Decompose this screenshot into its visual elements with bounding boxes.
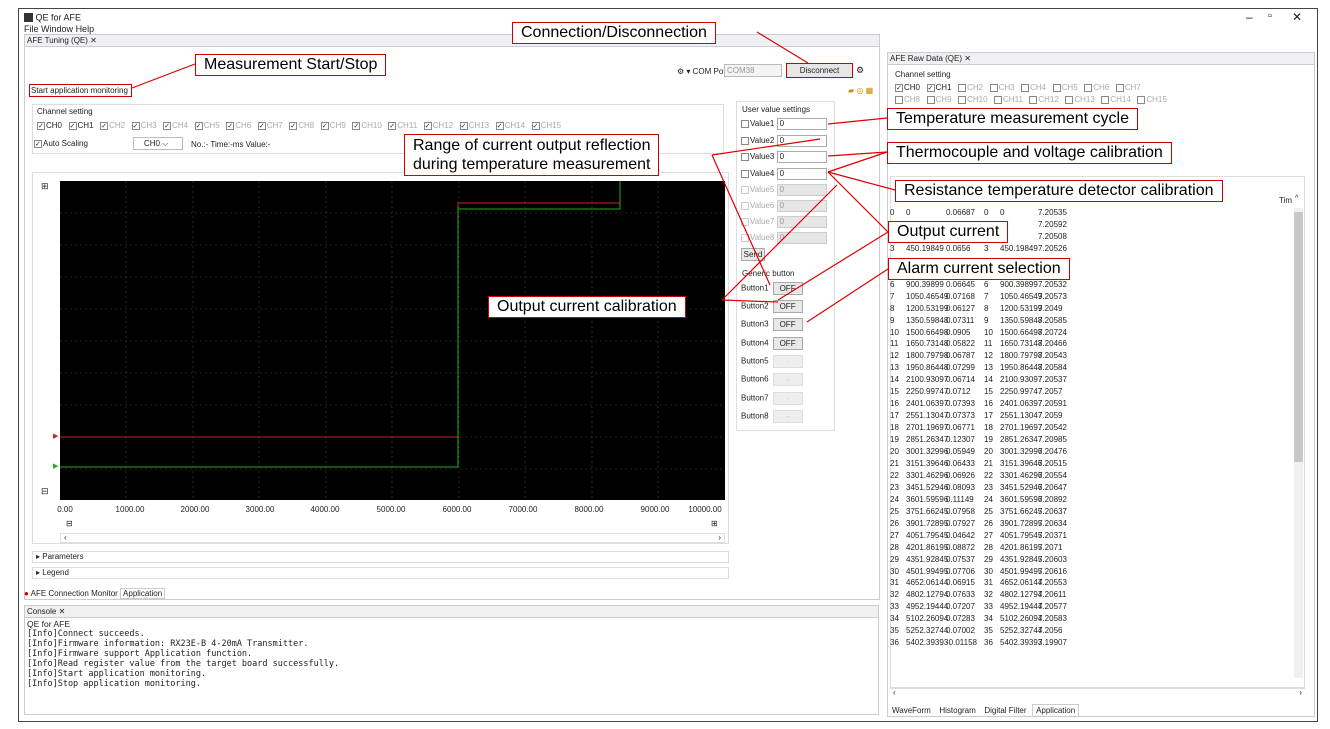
callout-alarm: Alarm current selection <box>888 258 1070 280</box>
callout-thermocouple: Thermocouple and voltage calibration <box>887 142 1172 164</box>
callout-measurement: Measurement Start/Stop <box>195 54 387 76</box>
callout-range: Range of current output reflection durin… <box>404 134 660 176</box>
callout-output-current: Output current <box>888 221 1009 243</box>
callout-temp-cycle: Temperature measurement cycle <box>887 108 1138 130</box>
callout-rtd: Resistance temperature detector calibrat… <box>895 180 1223 202</box>
callout-connection: Connection/Disconnection <box>512 22 716 44</box>
callout-output-cal: Output current calibration <box>488 296 686 318</box>
